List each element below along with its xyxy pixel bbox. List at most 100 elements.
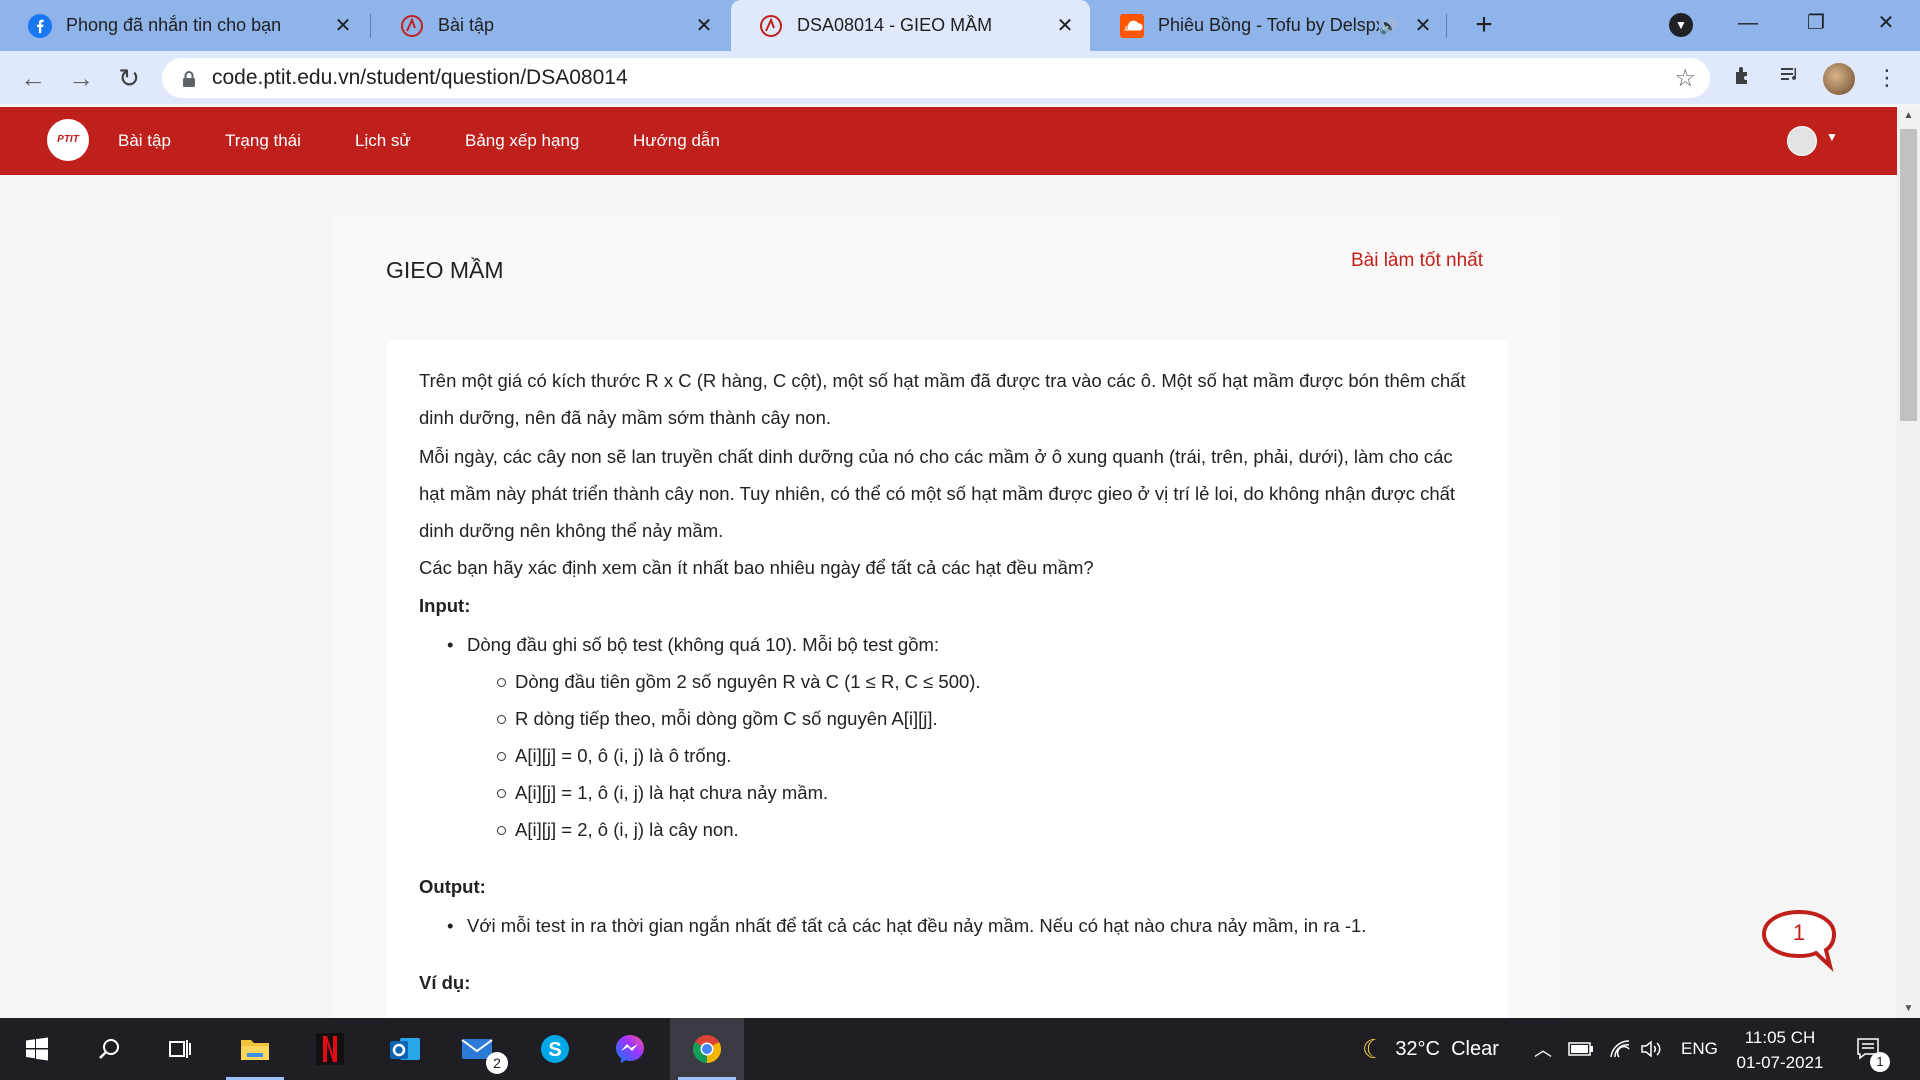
- tab-bai-tap[interactable]: Bài tập ✕: [372, 0, 729, 51]
- tab-close-icon[interactable]: ✕: [693, 13, 715, 38]
- task-view-icon[interactable]: [143, 1018, 217, 1080]
- mail-icon[interactable]: 2: [442, 1018, 516, 1080]
- clock-date: 01-07-2021: [1736, 1053, 1824, 1072]
- ptit-icon: [759, 14, 783, 38]
- nav-bai-tap[interactable]: Bài tập: [118, 107, 171, 175]
- moon-icon: ☾: [1362, 1033, 1386, 1064]
- clock[interactable]: 11:05 CH 01-07-2021: [1725, 1025, 1835, 1075]
- skype-icon[interactable]: S: [518, 1018, 592, 1080]
- tab-separator: [370, 14, 371, 38]
- ptit-icon: [400, 14, 424, 38]
- reload-icon[interactable]: ↻: [110, 59, 148, 97]
- battery-icon[interactable]: [1568, 1018, 1594, 1080]
- mail-badge: 2: [486, 1052, 508, 1074]
- menu-dots-icon[interactable]: ⋮: [1872, 63, 1902, 93]
- tab-close-icon[interactable]: ✕: [1054, 13, 1076, 38]
- tab-title: DSA08014 - GIEO MẦM: [797, 15, 993, 35]
- list-item: A[i][j] = 2, ô (i, j) là cây non.: [467, 811, 1476, 848]
- best-solution-link[interactable]: Bài làm tốt nhất: [1351, 250, 1483, 272]
- caret-down-icon[interactable]: ▼: [1826, 130, 1838, 144]
- forward-icon[interactable]: →: [62, 59, 100, 97]
- chat-bubble-button[interactable]: 1: [1760, 908, 1838, 973]
- output-list: Với mỗi test in ra thời gian ngắn nhất đ…: [419, 907, 1476, 944]
- file-explorer-icon[interactable]: [218, 1018, 292, 1080]
- notification-icon[interactable]: 1: [1856, 1018, 1890, 1080]
- tab-separator: [1446, 14, 1447, 38]
- restore-icon[interactable]: ❐: [1786, 6, 1846, 40]
- tab-soundcloud[interactable]: Phiêu Bồng - Tofu by Delspx 🔊 ✕: [1092, 0, 1448, 51]
- list-item: A[i][j] = 0, ô (i, j) là ô trống.: [467, 737, 1476, 774]
- facebook-icon: [28, 13, 52, 38]
- page-title: GIEO MẦM: [386, 257, 504, 283]
- new-tab-button[interactable]: +: [1466, 8, 1502, 44]
- list-item: Với mỗi test in ra thời gian ngắn nhất đ…: [419, 907, 1476, 944]
- wifi-icon[interactable]: [1609, 1018, 1631, 1080]
- notification-badge: 1: [1870, 1052, 1890, 1072]
- nav-lich-su[interactable]: Lịch sử: [355, 107, 411, 175]
- tab-strip: Phong đã nhắn tin cho bạn ✕ Bài tập ✕ DS…: [0, 0, 1920, 51]
- svg-text:S: S: [548, 1039, 561, 1061]
- scroll-down-icon[interactable]: ▼: [1897, 1000, 1920, 1018]
- chat-count: 1: [1792, 920, 1806, 945]
- outlook-icon[interactable]: [368, 1018, 442, 1080]
- close-window-icon[interactable]: ✕: [1856, 6, 1916, 40]
- problem-paragraph: Mỗi ngày, các cây non sẽ lan truyền chất…: [419, 446, 1456, 541]
- minimize-icon[interactable]: —: [1718, 6, 1778, 40]
- output-heading: Output:: [419, 876, 486, 897]
- problem-statement: Trên một giá có kích thước R x C (R hàng…: [387, 340, 1508, 1040]
- input-sublist: Dòng đầu tiên gồm 2 số nguyên R và C (1 …: [467, 663, 1476, 848]
- weather-widget[interactable]: ☾ 32°C Clear: [1362, 1018, 1499, 1080]
- profile-avatar[interactable]: [1823, 63, 1855, 95]
- example-heading: Ví dụ:: [419, 972, 471, 993]
- address-bar[interactable]: code.ptit.edu.vn/student/question/DSA080…: [162, 58, 1710, 98]
- weather-text: 32°C Clear: [1395, 1037, 1499, 1060]
- nav-trang-thai[interactable]: Trạng thái: [225, 107, 301, 175]
- tab-dsa08014[interactable]: DSA08014 - GIEO MẦM ✕: [731, 0, 1090, 51]
- search-icon[interactable]: [72, 1018, 146, 1080]
- back-icon[interactable]: ←: [14, 59, 52, 97]
- bookmark-star-icon[interactable]: ☆: [1674, 64, 1696, 93]
- language-indicator[interactable]: ENG: [1681, 1018, 1718, 1080]
- list-item: A[i][j] = 1, ô (i, j) là hạt chưa nảy mầ…: [467, 774, 1476, 811]
- tab-facebook[interactable]: Phong đã nhắn tin cho bạn ✕: [0, 0, 368, 51]
- scroll-up-icon[interactable]: ▲: [1897, 107, 1920, 125]
- site-navbar: PTIT Bài tập Trạng thái Lịch sử Bảng xếp…: [0, 107, 1900, 175]
- tab-title: Phong đã nhắn tin cho bạn: [66, 15, 282, 35]
- tray-chevron-icon[interactable]: ︿: [1534, 1018, 1552, 1080]
- nav-bang-xep-hang[interactable]: Bảng xếp hạng: [465, 107, 579, 175]
- tab-close-icon[interactable]: ✕: [1412, 13, 1434, 38]
- list-item: R dòng tiếp theo, mỗi dòng gồm C số nguy…: [467, 700, 1476, 737]
- browser-toolbar: ← → ↻ code.ptit.edu.vn/student/question/…: [0, 51, 1920, 104]
- extensions-icon[interactable]: [1728, 63, 1758, 93]
- tab-close-icon[interactable]: ✕: [332, 13, 354, 38]
- tab-title: Bài tập: [438, 15, 495, 35]
- chrome-icon[interactable]: [670, 1018, 744, 1080]
- windows-taskbar: 2 S ☾ 32°C Clear ︿ ENG 11:05 CH 01-07-20…: [0, 1018, 1920, 1080]
- messenger-icon[interactable]: [593, 1018, 667, 1080]
- windows-start-icon[interactable]: [0, 1018, 74, 1080]
- ptit-logo[interactable]: PTIT: [47, 119, 89, 161]
- scrollbar-thumb[interactable]: [1900, 129, 1917, 421]
- problem-paragraph: Trên một giá có kích thước R x C (R hàng…: [419, 370, 1466, 428]
- input-list: Dòng đầu ghi số bộ test (không quá 10). …: [419, 626, 1476, 848]
- input-item-text: Dòng đầu ghi số bộ test (không quá 10). …: [467, 634, 940, 655]
- problem-paragraph: Các bạn hãy xác định xem cần ít nhất bao…: [419, 557, 1094, 578]
- user-avatar[interactable]: [1787, 126, 1817, 156]
- speaker-icon[interactable]: 🔊: [1379, 17, 1398, 35]
- tab-title: Phiêu Bồng - Tofu by Delspx: [1158, 15, 1380, 35]
- tab-search-icon[interactable]: ▼: [1669, 13, 1693, 37]
- problem-card: GIEO MẦM Bài làm tốt nhất Trên một giá c…: [333, 215, 1560, 1040]
- clock-time: 11:05 CH: [1744, 1028, 1816, 1047]
- lock-icon: [182, 71, 196, 87]
- vertical-scrollbar[interactable]: ▲ ▼: [1897, 107, 1920, 1018]
- volume-icon[interactable]: [1640, 1018, 1664, 1080]
- media-control-icon[interactable]: [1775, 63, 1805, 93]
- list-item: Dòng đầu ghi số bộ test (không quá 10). …: [419, 626, 1476, 848]
- list-item: Dòng đầu tiên gồm 2 số nguyên R và C (1 …: [467, 663, 1476, 700]
- url-text: code.ptit.edu.vn/student/question/DSA080…: [212, 66, 628, 89]
- input-heading: Input:: [419, 595, 471, 616]
- nav-huong-dan[interactable]: Hướng dẫn: [633, 107, 720, 175]
- netflix-icon[interactable]: [293, 1018, 367, 1080]
